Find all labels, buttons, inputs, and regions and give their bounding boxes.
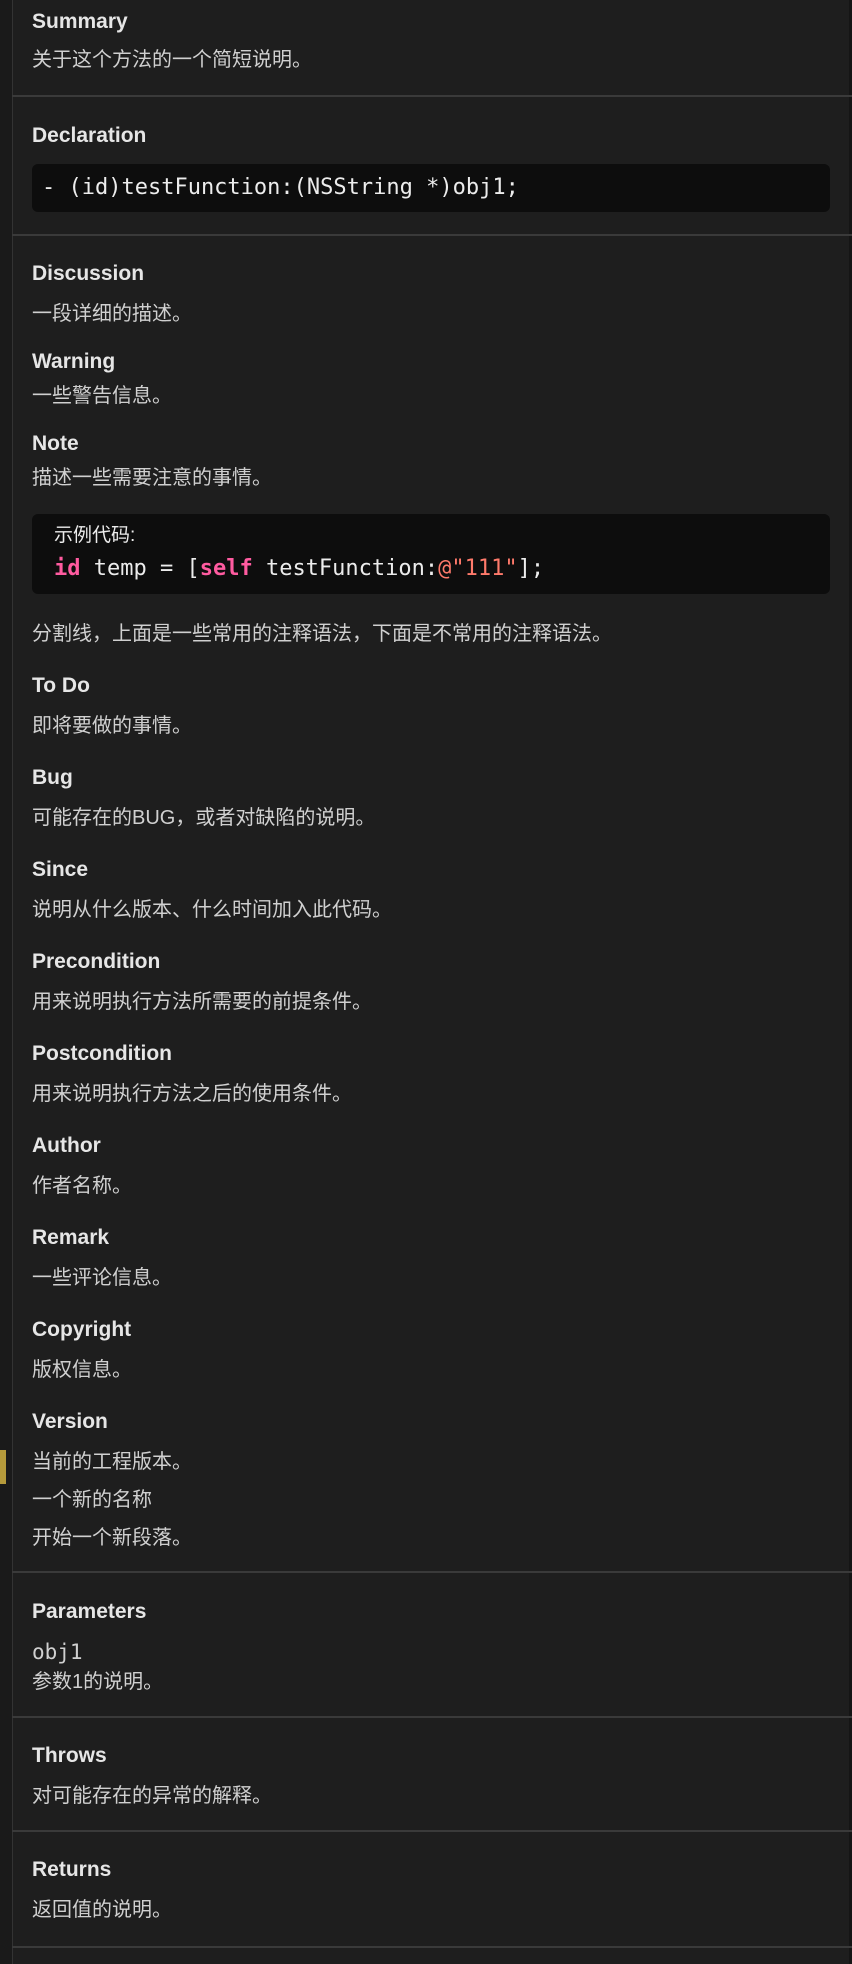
- since-text: 说明从什么版本、什么时间加入此代码。: [32, 899, 392, 921]
- divider: [12, 234, 852, 236]
- code-fragment: testFunction:: [252, 556, 439, 581]
- divider: [12, 1830, 852, 1832]
- code-fragment: temp = [: [80, 556, 200, 581]
- warning-heading: Warning: [32, 350, 116, 373]
- version-extra-line: 开始一个新段落。: [32, 1527, 192, 1549]
- parameter-description: 参数1的说明。: [32, 1671, 164, 1693]
- throws-text: 对可能存在的异常的解释。: [32, 1785, 272, 1807]
- quick-help-panel: Summary 关于这个方法的一个简短说明。 Declaration - (id…: [12, 0, 852, 1964]
- bug-heading: Bug: [32, 766, 73, 789]
- example-code-line: id temp = [self testFunction:@"111"];: [54, 556, 544, 582]
- divider: [12, 95, 852, 97]
- declaration-code-block: - (id)testFunction:(NSString *)obj1;: [32, 164, 830, 212]
- declaration-heading: Declaration: [32, 124, 147, 147]
- summary-heading: Summary: [32, 10, 128, 33]
- version-extra-line: 一个新的名称: [32, 1489, 152, 1511]
- separator-text: 分割线，上面是一些常用的注释语法，下面是不常用的注释语法。: [32, 623, 612, 645]
- discussion-text: 一段详细的描述。: [32, 303, 192, 325]
- throws-heading: Throws: [32, 1744, 107, 1767]
- version-text: 当前的工程版本。: [32, 1451, 192, 1473]
- remark-heading: Remark: [32, 1226, 110, 1249]
- parameter-name: obj1: [32, 1640, 83, 1664]
- discussion-heading: Discussion: [32, 262, 145, 285]
- version-heading: Version: [32, 1410, 108, 1433]
- since-heading: Since: [32, 858, 89, 881]
- bug-text: 可能存在的BUG，或者对缺陷的说明。: [32, 807, 376, 829]
- todo-text: 即将要做的事情。: [32, 715, 192, 737]
- note-text: 描述一些需要注意的事情。: [32, 467, 272, 489]
- author-text: 作者名称。: [32, 1175, 132, 1197]
- todo-heading: To Do: [32, 674, 90, 697]
- code-fragment: ];: [517, 556, 545, 581]
- change-marker: [0, 1450, 6, 1484]
- remark-text: 一些评论信息。: [32, 1267, 172, 1289]
- keyword-self: self: [199, 556, 253, 581]
- divider: [12, 1716, 852, 1718]
- summary-text: 关于这个方法的一个简短说明。: [32, 49, 312, 71]
- parameters-heading: Parameters: [32, 1600, 147, 1623]
- declaration-code: - (id)testFunction:(NSString *)obj1;: [42, 175, 519, 200]
- copyright-heading: Copyright: [32, 1318, 132, 1341]
- copyright-text: 版权信息。: [32, 1359, 132, 1381]
- divider: [12, 1946, 852, 1948]
- returns-heading: Returns: [32, 1858, 112, 1881]
- divider: [12, 1571, 852, 1573]
- keyword-id: id: [54, 556, 81, 581]
- warning-text: 一些警告信息。: [32, 385, 172, 407]
- returns-text: 返回值的说明。: [32, 1899, 172, 1921]
- author-heading: Author: [32, 1134, 101, 1157]
- postcondition-text: 用来说明执行方法之后的使用条件。: [32, 1083, 352, 1105]
- example-code-block: 示例代码: id temp = [self testFunction:@"111…: [32, 514, 830, 594]
- postcondition-heading: Postcondition: [32, 1042, 172, 1065]
- precondition-heading: Precondition: [32, 950, 161, 973]
- precondition-text: 用来说明执行方法所需要的前提条件。: [32, 991, 372, 1013]
- note-heading: Note: [32, 432, 79, 455]
- example-caption: 示例代码:: [54, 525, 136, 546]
- string-literal: @"111": [438, 556, 518, 581]
